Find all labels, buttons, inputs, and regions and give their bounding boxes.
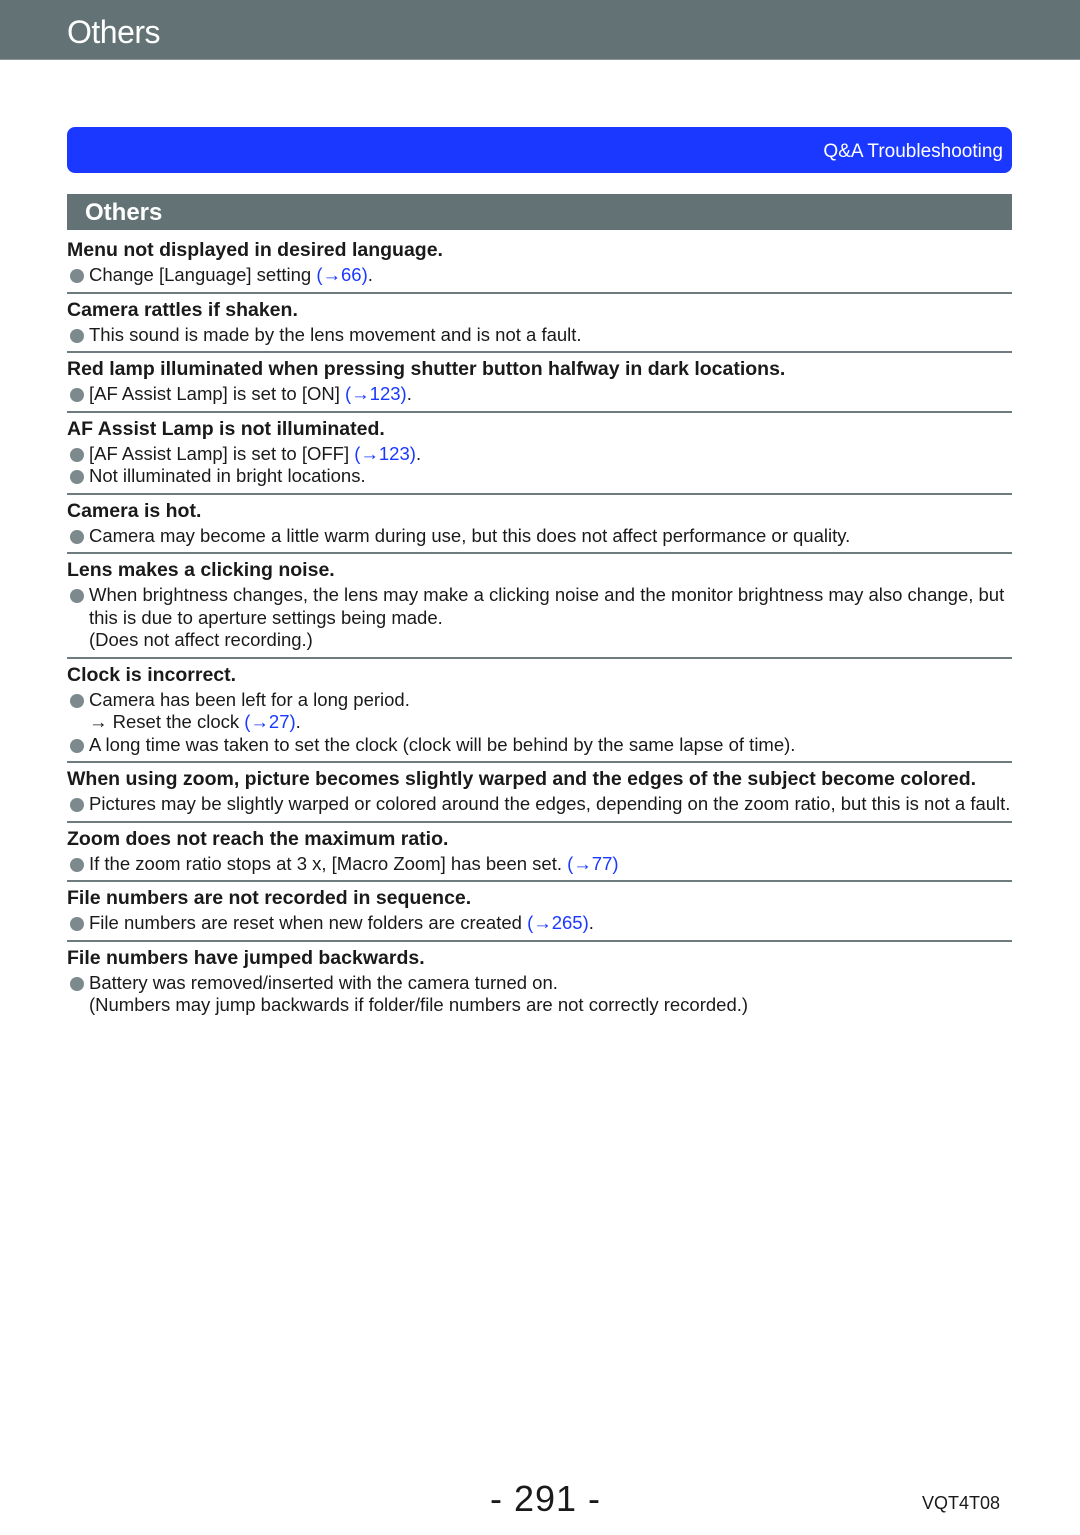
page-number: - 291 - — [490, 1478, 602, 1519]
qa-troubleshooting-bar: Q&A Troubleshooting — [67, 127, 1012, 173]
answer-text: Camera has been left for a long period. — [89, 688, 410, 710]
qa-list: Menu not displayed in desired language. C… — [67, 234, 1012, 1022]
answer-line: Camera may become a little warm during u… — [67, 525, 1012, 548]
page-reference-link[interactable]: (→27) — [244, 711, 295, 732]
qa-item: Camera is hot. Camera may become a little… — [67, 495, 1012, 554]
page-reference-link[interactable]: (→265) — [527, 912, 589, 933]
answer-text: [AF Assist Lamp] is set to [OFF] — [89, 442, 355, 464]
bullet-dot-icon — [70, 693, 84, 708]
page-reference-link[interactable]: (→77) — [567, 853, 618, 874]
answer-line: File numbers are reset when new folders … — [67, 912, 1012, 935]
qa-troubleshooting-label: Q&A Troubleshooting — [823, 141, 1003, 162]
bullet-dot-icon — [70, 589, 84, 603]
qa-item: When using zoom, picture becomes slightl… — [67, 763, 1012, 823]
answer-text: This sound is made by the lens movement … — [89, 323, 582, 345]
bullet-dot-icon — [70, 976, 84, 991]
question-heading: Red lamp illuminated when pressing shutt… — [67, 358, 786, 380]
answer-punctuation: . — [415, 442, 422, 464]
answer-punctuation: . — [367, 264, 373, 285]
answer-text: If the zoom ratio stops at 3 x, [Macro Z… — [89, 852, 568, 874]
bullet-dot-icon — [70, 470, 84, 484]
answer-line: Change [Language] setting (→66). — [67, 264, 1012, 287]
answer-line: (Does not affect recording.) — [67, 629, 1012, 652]
bullet-dot-icon — [70, 529, 84, 544]
section-title: Others — [85, 199, 163, 226]
bullet-dot-icon — [70, 917, 84, 931]
bullet-dot-icon — [70, 798, 84, 812]
page-reference-link[interactable]: (→123) — [345, 383, 407, 404]
chapter-title: Others — [67, 14, 161, 50]
document-code: VQT4T08 — [922, 1493, 1001, 1513]
page-reference-link[interactable]: (→66) — [316, 264, 367, 285]
question-heading: When using zoom, picture becomes slightl… — [67, 768, 977, 790]
question-heading: File numbers are not recorded in sequenc… — [67, 887, 472, 909]
answer-text: Change [Language] setting — [89, 264, 317, 285]
answer-line: Pictures may be slightly warped or color… — [67, 793, 1012, 816]
answer-punctuation: . — [295, 711, 301, 732]
answer-text: (Numbers may jump backwards if folder/fi… — [89, 994, 749, 1015]
section-header: Others — [67, 194, 1012, 230]
question-heading: Zoom does not reach the maximum ratio. — [67, 827, 449, 850]
qa-item: Clock is incorrect. Camera has been left … — [67, 659, 1012, 763]
answer-line: This sound is made by the lens movement … — [67, 324, 1012, 347]
answer-text: When brightness changes, the lens may ma… — [89, 584, 1005, 628]
answer-text: Camera may become a little warm during u… — [89, 524, 851, 546]
question-heading: Menu not displayed in desired language. — [67, 239, 443, 261]
answer-line: Not illuminated in bright locations. — [67, 465, 1012, 488]
question-heading: File numbers have jumped backwards. — [67, 946, 425, 969]
answer-line: Battery was removed/inserted with the ca… — [67, 972, 1012, 995]
answer-line: When brightness changes, the lens may ma… — [67, 584, 1012, 629]
bullet-dot-icon — [70, 738, 84, 753]
question-heading: Camera is hot. — [67, 499, 202, 522]
answer-line: If the zoom ratio stops at 3 x, [Macro Z… — [67, 853, 1012, 876]
question-heading: AF Assist Lamp is not illuminated. — [67, 417, 385, 440]
answer-text: Pictures may be slightly warped or color… — [89, 793, 1011, 814]
answer-line: [AF Assist Lamp] is set to [OFF] (→123). — [67, 443, 1012, 466]
qa-item: File numbers have jumped backwards. Batte… — [67, 942, 1012, 1022]
qa-item: AF Assist Lamp is not illuminated. [AF As… — [67, 413, 1012, 495]
answer-line: A long time was taken to set the clock (… — [67, 734, 1012, 757]
bullet-dot-icon — [70, 388, 84, 402]
qa-item: Red lamp illuminated when pressing shutt… — [67, 353, 1012, 413]
qa-item: Zoom does not reach the maximum ratio. If… — [67, 823, 1012, 882]
qa-item: Lens makes a clicking noise. When brightn… — [67, 554, 1012, 659]
qa-item: Menu not displayed in desired language. C… — [67, 234, 1012, 294]
bullet-dot-icon — [70, 857, 84, 872]
answer-line: (Numbers may jump backwards if folder/fi… — [67, 994, 1012, 1017]
qa-item: File numbers are not recorded in sequenc… — [67, 882, 1012, 942]
qa-item: Camera rattles if shaken. This sound is m… — [67, 294, 1012, 353]
answer-line: Camera has been left for a long period. — [67, 689, 1012, 712]
page-reference-link[interactable]: (→123) — [354, 443, 416, 464]
answer-punctuation: . — [588, 912, 594, 933]
answer-punctuation: . — [406, 383, 412, 404]
chapter-banner: Others — [0, 0, 1080, 60]
answer-text: File numbers are reset when new folders … — [89, 912, 528, 933]
bullet-dot-icon — [70, 328, 84, 343]
answer-line: → Reset the clock (→27). — [67, 711, 1012, 734]
answer-text: → Reset the clock — [89, 711, 245, 732]
answer-text: A long time was taken to set the clock (… — [89, 733, 796, 755]
answer-text: Battery was removed/inserted with the ca… — [89, 971, 558, 993]
answer-line: [AF Assist Lamp] is set to [ON] (→123). — [67, 383, 1012, 406]
bullet-dot-icon — [70, 269, 84, 283]
question-heading: Clock is incorrect. — [67, 663, 237, 686]
answer-text: (Does not affect recording.) — [89, 629, 313, 650]
bullet-dot-icon — [70, 447, 84, 462]
answer-text: Not illuminated in bright locations. — [89, 465, 366, 486]
question-heading: Camera rattles if shaken. — [67, 298, 298, 321]
question-heading: Lens makes a clicking noise. — [67, 559, 335, 581]
answer-text: [AF Assist Lamp] is set to [ON] — [89, 383, 345, 404]
